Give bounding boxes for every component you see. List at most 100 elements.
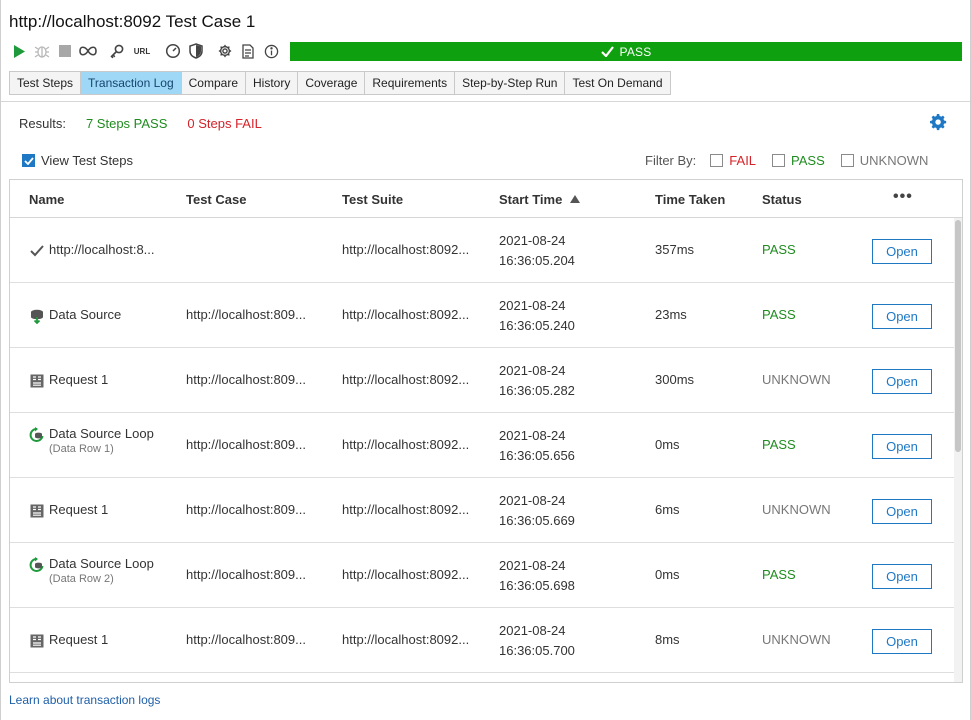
column-name[interactable]: Name (29, 192, 64, 207)
row-time-taken: 0ms (655, 437, 680, 452)
shield-icon[interactable] (186, 41, 206, 61)
settings-gear-icon[interactable] (930, 114, 947, 134)
open-button[interactable]: Open (872, 629, 932, 654)
open-button[interactable]: Open (872, 434, 932, 459)
learn-transaction-logs-link[interactable]: Learn about transaction logs (9, 693, 160, 707)
row-test-suite: http://localhost:8092... (342, 632, 470, 647)
row-start-date: 2021-08-24 (499, 233, 566, 248)
gear-icon[interactable] (215, 41, 235, 61)
tab-coverage[interactable]: Coverage (298, 71, 366, 95)
row-name-label: Request 1 (49, 632, 109, 647)
gauge-icon[interactable] (163, 41, 183, 61)
column-time-taken[interactable]: Time Taken (655, 192, 725, 207)
toolbar: URL (9, 41, 284, 61)
filter-unknown[interactable]: UNKNOWN (840, 153, 929, 168)
row-start-date: 2021-08-24 (499, 298, 566, 313)
more-options-icon[interactable]: ••• (893, 188, 913, 206)
table-row[interactable]: Data Source http://localhost:809... http:/… (10, 283, 954, 348)
table-row[interactable]: Request 1 http://localhost:809... http://l… (10, 348, 954, 413)
row-name-label: http://localhost:8... (49, 242, 155, 257)
column-start-time[interactable]: Start Time (499, 192, 581, 207)
column-status[interactable]: Status (762, 192, 802, 207)
row-start-clock: 16:36:05.204 (499, 253, 575, 268)
row-status: PASS (762, 567, 796, 582)
tab-test-steps[interactable]: Test Steps (9, 71, 82, 95)
table-row[interactable]: Data Source Loop (Data Row 1) http://local… (10, 413, 954, 478)
page-title: http://localhost:8092 Test Case 1 (9, 12, 256, 31)
open-button[interactable]: Open (872, 304, 932, 329)
table-row[interactable]: http://localhost:8... http://localhost:80… (10, 218, 954, 283)
tab-history[interactable]: History (246, 71, 299, 95)
filter-pass[interactable]: PASS (772, 153, 825, 168)
table-header: Name Test Case Test Suite Start Time Tim… (10, 180, 962, 218)
column-test-case[interactable]: Test Case (186, 192, 246, 207)
filter-unknown-checkbox[interactable] (840, 154, 854, 167)
table-row[interactable]: Request 1 http://localhost:809... http://l… (10, 608, 954, 673)
row-test-case: http://localhost:809... (186, 372, 306, 387)
data-source-icon (29, 308, 45, 324)
row-start-time: 2021-08-24 16:36:05.240 (499, 296, 575, 336)
row-test-suite: http://localhost:8092... (342, 242, 470, 257)
row-name-label: Request 1 (49, 372, 109, 387)
row-test-case: http://localhost:809... (186, 632, 306, 647)
row-time-taken: 300ms (655, 372, 695, 387)
row-start-time: 2021-08-24 16:36:05.669 (499, 491, 575, 531)
vertical-scrollbar[interactable] (954, 218, 962, 682)
tab-requirements[interactable]: Requirements (365, 71, 456, 95)
row-name-label: Data Source (49, 307, 122, 322)
filter-fail[interactable]: FAIL (710, 153, 756, 168)
scrollbar-thumb[interactable] (955, 220, 961, 452)
debug-icon[interactable] (32, 41, 52, 61)
loop-icon[interactable] (78, 41, 98, 61)
play-icon[interactable] (9, 41, 29, 61)
open-button[interactable]: Open (872, 564, 932, 589)
stop-icon[interactable] (55, 41, 75, 61)
row-status: UNKNOWN (762, 632, 831, 647)
check-icon (29, 243, 45, 259)
table-row[interactable]: Request 1 http://localhost:809... http://l… (10, 478, 954, 543)
view-test-steps-checkbox[interactable] (22, 154, 35, 167)
tab-transaction-log[interactable]: Transaction Log (81, 71, 182, 95)
row-name: http://localhost:8... (29, 242, 155, 259)
open-button[interactable]: Open (872, 239, 932, 264)
row-name-text: Data Source (49, 307, 121, 322)
view-test-steps-toggle: View Test Steps (22, 153, 133, 168)
filter-unknown-label: UNKNOWN (859, 153, 929, 168)
row-start-date: 2021-08-24 (499, 558, 566, 573)
key-icon[interactable] (107, 41, 127, 61)
divider (1, 101, 970, 102)
request-icon (29, 503, 45, 519)
row-name-text: Request 1 (49, 632, 108, 647)
row-name-text: Data Source Loop (Data Row 1) (49, 426, 154, 455)
row-test-case: http://localhost:809... (186, 307, 306, 322)
row-status: PASS (762, 307, 796, 322)
filter-fail-checkbox[interactable] (710, 154, 724, 167)
row-start-time: 2021-08-24 16:36:05.656 (499, 426, 575, 466)
row-name: Data Source (29, 307, 121, 324)
open-button[interactable]: Open (872, 369, 932, 394)
table-row[interactable]: Data Source Loop (Data Row 2) http://local… (10, 543, 954, 608)
row-name: Request 1 (29, 372, 108, 389)
row-start-clock: 16:36:05.669 (499, 513, 575, 528)
row-status: UNKNOWN (762, 372, 831, 387)
tab-compare[interactable]: Compare (181, 71, 246, 95)
view-test-steps-label: View Test Steps (41, 153, 134, 168)
row-start-clock: 16:36:05.698 (499, 578, 575, 593)
filter-pass-checkbox[interactable] (772, 154, 786, 167)
row-name-sub: (Data Row 1) (49, 443, 114, 455)
tab-test-on-demand[interactable]: Test On Demand (565, 71, 671, 95)
tab-step-by-step-run[interactable]: Step-by-Step Run (455, 71, 566, 95)
row-start-clock: 16:36:05.240 (499, 318, 575, 333)
open-button[interactable]: Open (872, 499, 932, 524)
url-icon[interactable]: URL (130, 41, 154, 61)
document-icon[interactable] (238, 41, 258, 61)
data-source-loop-icon (29, 427, 45, 443)
status-bar-label: PASS (619, 44, 652, 59)
column-test-suite[interactable]: Test Suite (342, 192, 403, 207)
info-icon[interactable] (261, 41, 281, 61)
row-status: UNKNOWN (762, 502, 831, 517)
row-start-date: 2021-08-24 (499, 623, 566, 638)
row-test-suite: http://localhost:8092... (342, 437, 470, 452)
row-name: Data Source Loop (Data Row 2) (29, 556, 154, 585)
row-name-label: Request 1 (49, 502, 109, 517)
